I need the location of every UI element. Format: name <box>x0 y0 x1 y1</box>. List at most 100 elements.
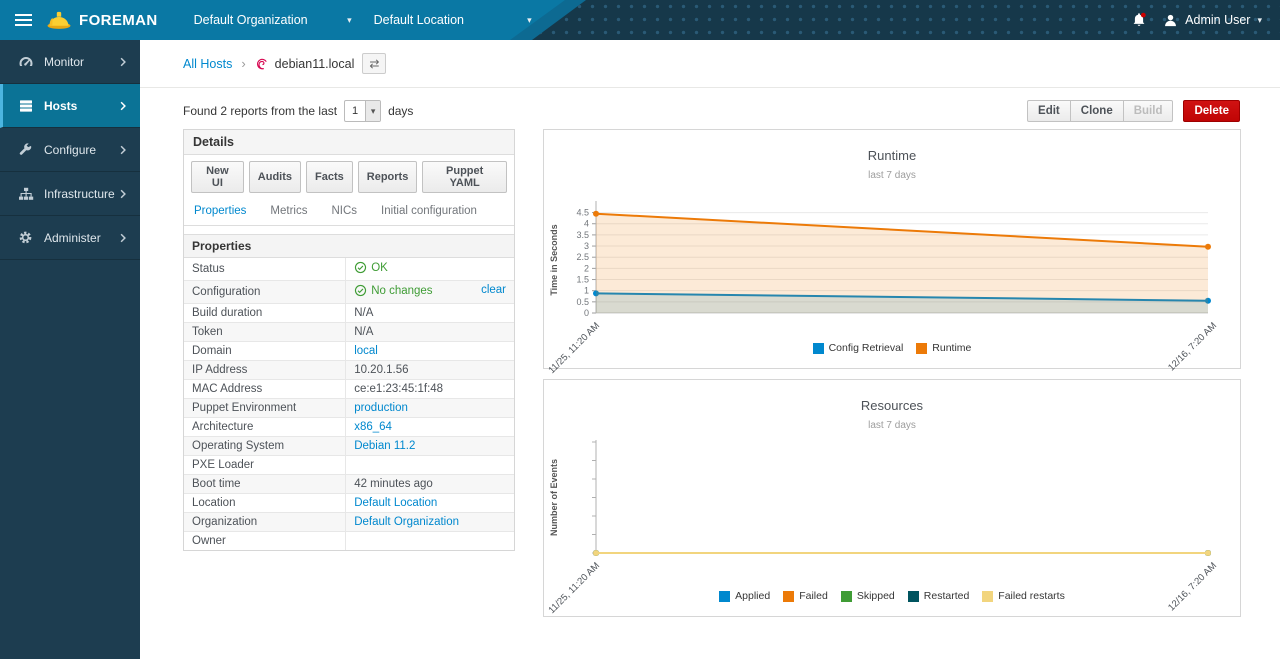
host-action-toolbar: EditCloneBuild Delete <box>1027 100 1240 122</box>
chevron-right-icon <box>118 189 128 199</box>
report-count-text: Found 2 reports from the last <box>183 104 337 118</box>
svg-text:Number of Events: Number of Events <box>549 459 559 536</box>
puppet-yaml-button[interactable]: Puppet YAML <box>422 161 507 193</box>
sidebar-item-infrastructure[interactable]: Infrastructure <box>0 172 140 216</box>
properties-table: Properties StatusOKConfigurationNo chang… <box>184 234 514 550</box>
tab-initial-configuration[interactable]: Initial configuration <box>381 205 477 217</box>
property-value: 42 minutes ago <box>346 475 514 494</box>
property-label: Organization <box>184 513 346 532</box>
legend-item-applied[interactable]: Applied <box>719 590 770 602</box>
property-label: Status <box>184 258 346 281</box>
facts-button[interactable]: Facts <box>306 161 353 193</box>
user-menu[interactable]: Admin User ▾ <box>1163 13 1262 28</box>
property-row-mac-address: MAC Addressce:e1:23:45:1f:48 <box>184 380 514 399</box>
new-ui-button[interactable]: New UI <box>191 161 244 193</box>
location-dropdown[interactable]: Default Location ▾ <box>374 13 532 27</box>
property-label: IP Address <box>184 361 346 380</box>
runtime-chart-panel: Runtime last 7 days 00.511.522.533.544.5… <box>543 129 1241 369</box>
property-label: MAC Address <box>184 380 346 399</box>
debian-swirl-icon <box>255 57 269 71</box>
legend-item-failed-restarts[interactable]: Failed restarts <box>982 590 1065 602</box>
edit-button[interactable]: Edit <box>1027 100 1071 122</box>
svg-text:2: 2 <box>584 263 589 273</box>
svg-text:Time in Seconds: Time in Seconds <box>549 224 559 295</box>
property-value: ce:e1:23:45:1f:48 <box>346 380 514 399</box>
organization-dropdown-label: Default Organization <box>194 13 308 27</box>
check-circle-icon <box>354 261 367 274</box>
location-link[interactable]: Default Location <box>354 497 437 509</box>
legend-label: Skipped <box>857 590 895 602</box>
gear-icon <box>18 230 34 246</box>
legend-item-runtime[interactable]: Runtime <box>916 342 971 354</box>
architecture-link[interactable]: x86_64 <box>354 421 392 433</box>
organization-dropdown[interactable]: Default Organization ▾ <box>194 13 352 27</box>
property-row-status: StatusOK <box>184 258 514 281</box>
property-row-operating-system: Operating SystemDebian 11.2 <box>184 437 514 456</box>
operating-system-link[interactable]: Debian 11.2 <box>354 440 415 452</box>
tab-metrics[interactable]: Metrics <box>270 205 307 217</box>
top-navbar: FOREMAN Default Organization ▾ Default L… <box>0 0 1280 40</box>
sidebar-item-label: Monitor <box>44 55 118 69</box>
host-switcher-button[interactable]: ⇄ <box>362 53 386 74</box>
notifications-bell-icon[interactable] <box>1131 12 1147 28</box>
charts-column: Runtime last 7 days 00.511.522.533.544.5… <box>543 129 1241 617</box>
legend-label: Runtime <box>932 342 971 354</box>
svg-text:0.5: 0.5 <box>576 297 589 307</box>
runtime-chart-legend: Config Retrieval Runtime <box>544 342 1240 354</box>
reports-button[interactable]: Reports <box>358 161 418 193</box>
clone-button[interactable]: Clone <box>1070 100 1124 122</box>
sidebar-item-hosts[interactable]: Hosts <box>0 84 140 128</box>
spacer <box>184 226 514 234</box>
sidebar-item-administer[interactable]: Administer <box>0 216 140 260</box>
property-label: PXE Loader <box>184 456 346 475</box>
svg-text:2.5: 2.5 <box>576 252 589 262</box>
breadcrumb-all-hosts-link[interactable]: All Hosts <box>183 57 232 71</box>
property-row-build-duration: Build durationN/A <box>184 304 514 323</box>
property-row-puppet-environment: Puppet Environment production <box>184 399 514 418</box>
resources-chart-subtitle: last 7 days <box>544 420 1240 431</box>
legend-swatch <box>813 343 824 354</box>
legend-swatch <box>719 591 730 602</box>
sidebar-item-label: Configure <box>44 143 118 157</box>
foreman-logo[interactable]: FOREMAN <box>46 10 172 30</box>
report-filter-bar: Found 2 reports from the last 1 ▾ days E… <box>140 99 1280 123</box>
legend-item-config-retrieval[interactable]: Config Retrieval <box>813 342 904 354</box>
runtime-chart-subtitle: last 7 days <box>544 170 1240 181</box>
legend-label: Restarted <box>924 590 970 602</box>
status-ok-indicator: No changes <box>354 284 432 297</box>
property-row-owner: Owner <box>184 532 514 551</box>
resources-chart-panel: Resources last 7 days Number of Events11… <box>543 379 1241 617</box>
domain-link[interactable]: local <box>354 345 378 357</box>
audits-button[interactable]: Audits <box>249 161 301 193</box>
property-label: Puppet Environment <box>184 399 346 418</box>
hamburger-menu-icon[interactable] <box>0 0 46 40</box>
legend-item-skipped[interactable]: Skipped <box>841 590 895 602</box>
sidebar-item-configure[interactable]: Configure <box>0 128 140 172</box>
property-label: Location <box>184 494 346 513</box>
status-text: No changes <box>371 285 432 297</box>
organization-link[interactable]: Default Organization <box>354 516 459 528</box>
legend-item-restarted[interactable]: Restarted <box>908 590 970 602</box>
sidebar-item-label: Administer <box>44 231 118 245</box>
svg-text:11/25, 11:20 AM: 11/25, 11:20 AM <box>546 560 602 616</box>
report-days-select[interactable]: 1 ▾ <box>344 100 381 122</box>
tachometer-icon <box>18 54 34 70</box>
details-panel-title: Details <box>184 130 514 155</box>
svg-text:0: 0 <box>584 308 589 318</box>
legend-item-failed[interactable]: Failed <box>783 590 828 602</box>
property-label: Owner <box>184 532 346 551</box>
sidebar-item-label: Hosts <box>44 99 118 113</box>
delete-button[interactable]: Delete <box>1183 100 1240 122</box>
tab-properties[interactable]: Properties <box>194 205 246 217</box>
puppet-environment-link[interactable]: production <box>354 402 408 414</box>
brand-text: FOREMAN <box>79 12 158 29</box>
property-value: N/A <box>346 323 514 342</box>
legend-swatch <box>841 591 852 602</box>
clear-link[interactable]: clear <box>481 284 506 296</box>
svg-text:1: 1 <box>584 286 589 296</box>
sidebar-item-monitor[interactable]: Monitor <box>0 40 140 84</box>
svg-text:12/16, 7:20 AM: 12/16, 7:20 AM <box>1166 560 1219 613</box>
tab-nics[interactable]: NICs <box>331 205 357 217</box>
legend-swatch <box>783 591 794 602</box>
property-value <box>346 532 514 551</box>
